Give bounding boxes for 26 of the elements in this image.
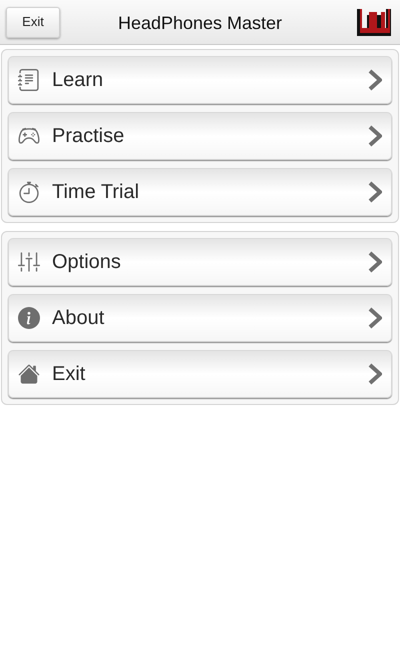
menu-item[interactable]: Time Trial bbox=[8, 168, 392, 216]
stopwatch-icon bbox=[18, 181, 40, 203]
menu-item[interactable]: Learn bbox=[8, 56, 392, 104]
notepad-icon bbox=[18, 69, 40, 91]
sliders-icon bbox=[18, 251, 40, 273]
chevron-right-icon bbox=[368, 181, 382, 203]
menu-label: Learn bbox=[52, 68, 104, 93]
menu-item[interactable]: Options bbox=[8, 238, 392, 286]
menu-label: Options bbox=[52, 250, 121, 275]
menu-item[interactable]: Exit bbox=[8, 350, 392, 398]
menu-item[interactable]: About bbox=[8, 294, 392, 342]
menu-label: Practise bbox=[52, 124, 124, 149]
menu-label: Exit bbox=[52, 362, 86, 387]
chevron-right-icon bbox=[368, 307, 382, 329]
chevron-right-icon bbox=[368, 251, 382, 273]
chevron-right-icon bbox=[368, 363, 382, 385]
logo-icon bbox=[356, 7, 392, 37]
info-icon bbox=[18, 307, 40, 329]
menu-label: About bbox=[52, 306, 104, 331]
home-icon bbox=[18, 363, 40, 385]
menu-label: Time Trial bbox=[52, 180, 140, 205]
chevron-right-icon bbox=[368, 69, 382, 91]
chevron-right-icon bbox=[368, 125, 382, 147]
menu-item[interactable]: Practise bbox=[8, 112, 392, 160]
exit-button[interactable]: Exit bbox=[6, 6, 60, 38]
app-title: HeadPhones Master bbox=[116, 12, 284, 35]
